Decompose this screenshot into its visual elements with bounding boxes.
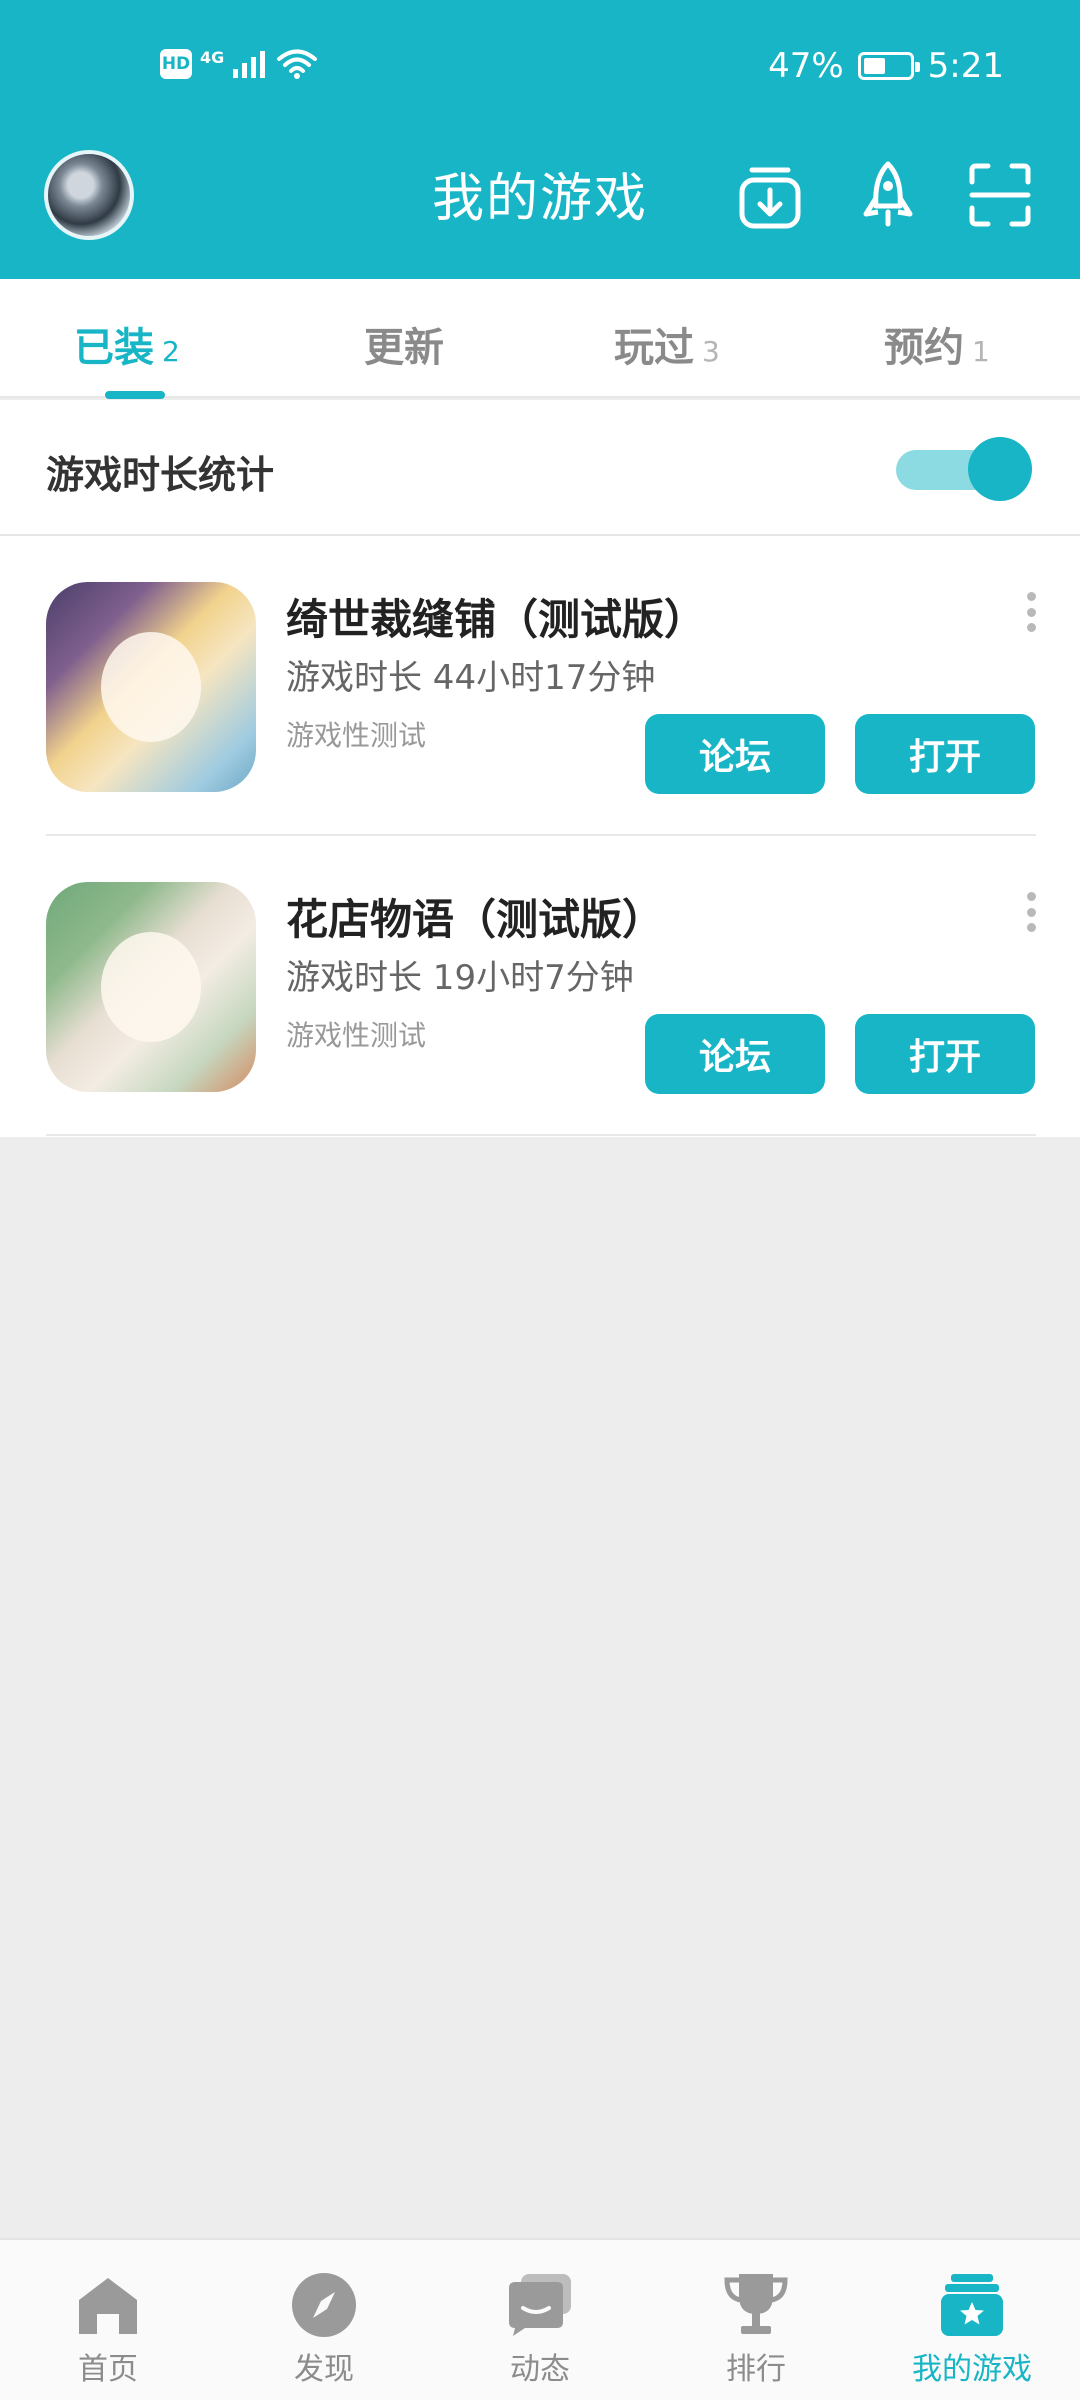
network-type: 4G (200, 47, 225, 67)
tab-bar: 已装 2 更新 玩过 3 预约 1 (0, 279, 1080, 398)
compass-icon (292, 2273, 356, 2337)
tab-label: 预约 (884, 325, 964, 371)
installed-games-list: 绮世裁缝铺（测试版） 游戏时长 44小时17分钟 游戏性测试 论坛 打开 花店物… (0, 536, 1080, 1137)
nav-label: 我的游戏 (912, 2352, 1032, 2387)
tab-count: 3 (702, 335, 720, 368)
tab-label: 更新 (364, 325, 444, 371)
bottom-nav: 首页 发现 动态 排行 我的游戏 (0, 2238, 1080, 2400)
app-header: HD 4G 47% 5:21 我的游戏 (0, 0, 1080, 279)
wifi-icon (277, 49, 318, 79)
more-options-icon[interactable] (1024, 892, 1038, 932)
tab-installed[interactable]: 已装 2 (74, 315, 180, 373)
nav-ranking[interactable]: 排行 (686, 2270, 826, 2390)
tab-played[interactable]: 玩过 3 (614, 315, 720, 373)
tab-reserved[interactable]: 预约 1 (884, 315, 990, 373)
battery-icon (857, 52, 920, 80)
nav-feed[interactable]: 动态 (470, 2270, 610, 2390)
open-button[interactable]: 打开 (855, 714, 1035, 794)
rocket-icon[interactable] (856, 160, 920, 230)
game-playtime: 游戏时长 19小时7分钟 (286, 958, 634, 998)
game-art (101, 632, 201, 742)
chat-bubbles-icon (509, 2274, 571, 2336)
toggle-knob (968, 437, 1032, 501)
game-library-icon (941, 2274, 1003, 2336)
playtime-stats-toggle[interactable] (896, 437, 1032, 501)
playtime-stats-label: 游戏时长统计 (46, 453, 275, 497)
tab-count: 2 (162, 335, 180, 368)
nav-label: 动态 (510, 2352, 570, 2387)
game-tag: 游戏性测试 (286, 1019, 427, 1052)
nav-label: 发现 (294, 2352, 354, 2387)
tab-label: 玩过 (614, 325, 694, 371)
active-tab-indicator (105, 391, 165, 399)
clock: 5:21 (927, 46, 1004, 86)
nav-label: 排行 (726, 2352, 786, 2387)
game-icon[interactable] (46, 582, 256, 792)
game-art (101, 932, 201, 1042)
status-bar: HD 4G 47% 5:21 (0, 0, 1080, 140)
battery-percent: 47% (768, 46, 844, 86)
scan-icon[interactable] (968, 160, 1032, 230)
nav-label: 首页 (78, 2352, 138, 2387)
list-item[interactable]: 绮世裁缝铺（测试版） 游戏时长 44小时17分钟 游戏性测试 论坛 打开 (0, 536, 1080, 836)
nav-home[interactable]: 首页 (38, 2270, 178, 2390)
game-icon[interactable] (46, 882, 256, 1092)
status-right: 47% 5:21 (768, 46, 1004, 86)
nav-discover[interactable]: 发现 (254, 2270, 394, 2390)
battery-fill (863, 58, 885, 74)
nav-my-games[interactable]: 我的游戏 (902, 2270, 1042, 2390)
status-left: HD 4G (160, 48, 318, 80)
home-icon (79, 2278, 137, 2334)
forum-button[interactable]: 论坛 (645, 1014, 825, 1094)
list-item[interactable]: 花店物语（测试版） 游戏时长 19小时7分钟 游戏性测试 论坛 打开 (0, 836, 1080, 1136)
forum-button[interactable]: 论坛 (645, 714, 825, 794)
download-manager-icon[interactable] (738, 160, 802, 230)
game-playtime: 游戏时长 44小时17分钟 (286, 658, 656, 698)
hd-badge: HD (160, 49, 192, 79)
tab-label: 已装 (74, 325, 154, 371)
divider (46, 1134, 1036, 1136)
game-name: 绮世裁缝铺（测试版） (286, 595, 707, 644)
signal-icon (233, 51, 266, 78)
tab-updates[interactable]: 更新 (364, 315, 444, 373)
game-name: 花店物语（测试版） (286, 895, 665, 944)
more-options-icon[interactable] (1024, 592, 1038, 632)
open-button[interactable]: 打开 (855, 1014, 1035, 1094)
tab-count: 1 (972, 335, 990, 368)
game-tag: 游戏性测试 (286, 719, 427, 752)
trophy-icon (724, 2274, 788, 2334)
